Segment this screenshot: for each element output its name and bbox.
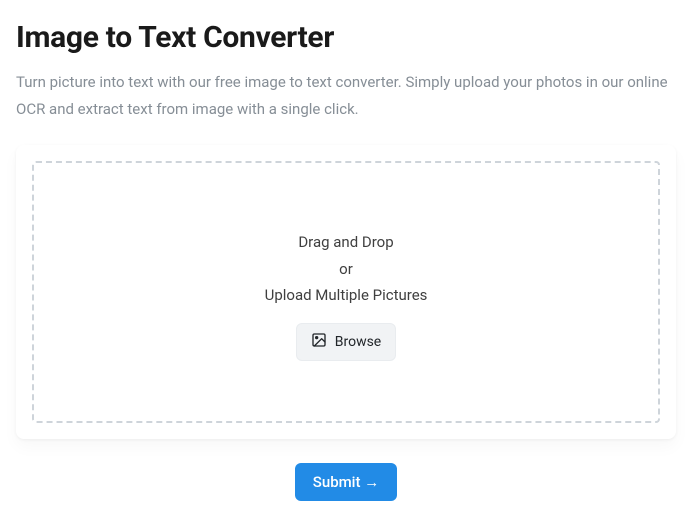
dropzone-text-line2: or (339, 258, 353, 281)
submit-row: Submit → (16, 463, 676, 501)
browse-button[interactable]: Browse (296, 323, 396, 361)
dropzone[interactable]: Drag and Drop or Upload Multiple Picture… (32, 161, 660, 423)
page-title: Image to Text Converter (16, 20, 676, 55)
submit-button-label: Submit → (313, 473, 379, 491)
dropzone-text-line1: Drag and Drop (298, 231, 393, 254)
dropzone-text-line3: Upload Multiple Pictures (265, 284, 428, 307)
submit-button[interactable]: Submit → (295, 463, 397, 501)
browse-button-label: Browse (335, 334, 381, 350)
image-icon (311, 332, 327, 352)
page-subtitle: Turn picture into text with our free ima… (16, 69, 676, 123)
upload-card: Drag and Drop or Upload Multiple Picture… (16, 145, 676, 439)
